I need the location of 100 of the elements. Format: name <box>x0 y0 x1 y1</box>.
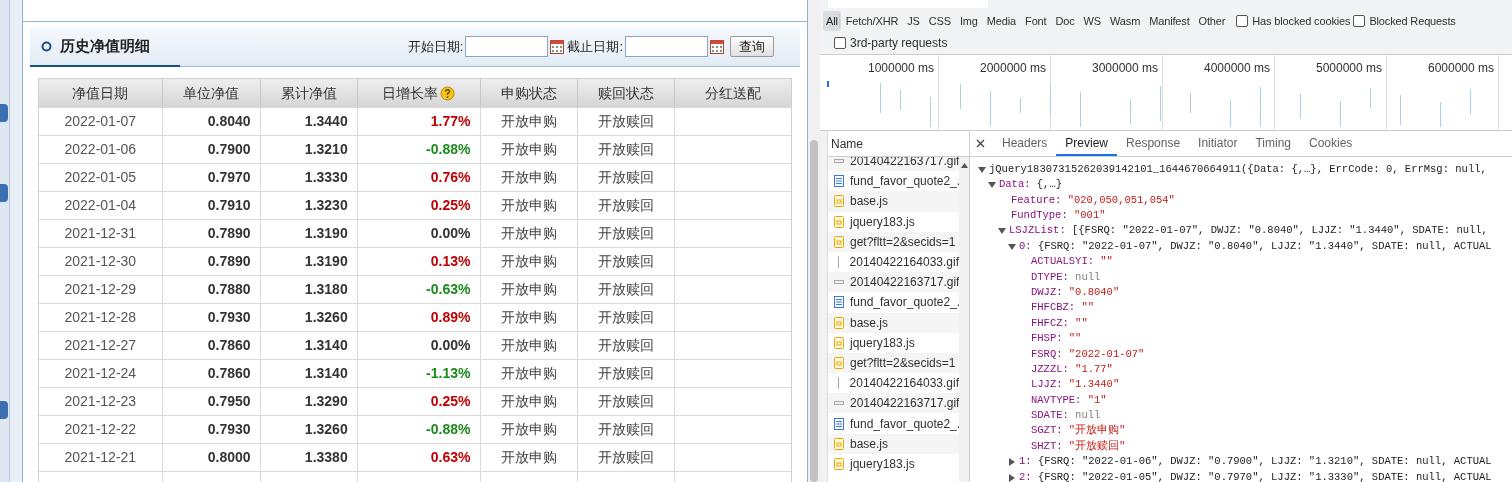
request-row[interactable]: get?fltt=2&secids=1 <box>828 352 959 374</box>
table-cell: 0.7880 <box>162 276 261 303</box>
column-header: 净值日期 <box>39 79 163 107</box>
script-file-icon <box>834 195 844 208</box>
script-file-icon <box>834 215 844 228</box>
collapsed-triangle-icon[interactable] <box>1008 458 1016 467</box>
side-tab[interactable] <box>0 184 8 202</box>
type-filter[interactable]: Img <box>956 11 981 31</box>
table-cell: 0.7900 <box>162 136 261 163</box>
table-cell: 开放赎回 <box>578 276 676 303</box>
json-line: Feature: "020,050,051,054" <box>1011 192 1175 208</box>
request-row[interactable]: 20140422163717.gif <box>828 272 959 293</box>
type-filter[interactable]: Media <box>983 11 1020 31</box>
image-file-icon <box>837 256 840 269</box>
table-cell: 开放赎回 <box>578 108 676 135</box>
table-cell: 开放赎回 <box>578 304 676 331</box>
column-header: 日增长率 <box>357 79 482 107</box>
change-value: 0.13% <box>430 252 471 271</box>
timeline-tick-label: 4000000 ms <box>1203 60 1270 74</box>
document-icon <box>834 175 844 188</box>
expanded-triangle-icon[interactable] <box>988 181 996 190</box>
column-header: 赎回状态 <box>578 79 676 107</box>
request-row[interactable]: base.js <box>828 191 959 212</box>
start-date-field[interactable] <box>465 36 549 57</box>
detail-tab[interactable]: Cookies <box>1300 131 1362 156</box>
table-cell: 开放赎回 <box>578 416 676 443</box>
detail-tab[interactable]: Initiator <box>1189 131 1247 156</box>
expanded-triangle-icon[interactable] <box>1008 242 1016 251</box>
document-icon <box>834 417 844 430</box>
change-value: -0.88% <box>426 140 471 159</box>
column-header: 申购状态 <box>481 79 579 107</box>
expanded-triangle-icon[interactable] <box>998 227 1006 236</box>
json-line: JZZZL: "1.77" <box>1031 361 1113 377</box>
table-cell: 开放申购 <box>481 304 579 331</box>
close-icon[interactable] <box>976 139 985 148</box>
table-cell: 1.3260 <box>260 416 358 443</box>
timeline-tick-label: 6000000 ms <box>1427 60 1494 74</box>
request-row[interactable]: base.js <box>828 433 959 454</box>
table-cell: 1.3140 <box>260 360 358 387</box>
filter-checkbox[interactable]: 3rd-party requests <box>834 34 948 52</box>
table-cell: 2021-12-31 <box>39 220 163 247</box>
expanded-triangle-icon[interactable] <box>978 165 986 174</box>
table-cell: 1.3140 <box>260 332 358 359</box>
table-cell: 0.7890 <box>162 220 261 247</box>
collapsed-triangle-icon[interactable] <box>1008 473 1016 482</box>
json-line: SHZT: "开放赎回" <box>1031 438 1126 454</box>
type-filter[interactable]: All <box>823 11 841 31</box>
json-line: FHFCBZ: "" <box>1031 300 1094 316</box>
scrollbar-thumb[interactable] <box>810 140 818 482</box>
type-filter[interactable]: JS <box>904 11 923 31</box>
table-cell: 开放赎回 <box>578 248 676 275</box>
filter-checkbox[interactable]: Blocked Requests <box>1353 12 1456 30</box>
table-cell: 开放赎回 <box>578 388 676 415</box>
request-row[interactable]: 20140422163717.gif <box>828 157 959 172</box>
table-cell: 0.7860 <box>162 332 261 359</box>
json-line: 0: {FSRQ: "2022-01-07", DWJZ: "0.8040", LJJZ: "1.3440", SDATE: null, ACTUAL <box>1019 238 1492 254</box>
table-cell: 2021-12-29 <box>39 276 163 303</box>
table-cell: 0.7860 <box>162 360 261 387</box>
detail-tab[interactable]: Timing <box>1246 131 1300 156</box>
type-filter[interactable]: Font <box>1022 11 1050 31</box>
change-value: 0.00% <box>430 224 471 243</box>
table-cell: 0.7930 <box>162 304 261 331</box>
column-header: 累计净值 <box>260 79 358 107</box>
help-icon[interactable] <box>440 85 456 101</box>
change-value: -0.63% <box>426 280 471 299</box>
detail-tab[interactable]: Preview <box>1056 131 1118 156</box>
request-row[interactable]: 20140422163717.gif <box>828 393 959 414</box>
query-button[interactable]: 查询 <box>730 36 774 57</box>
table-cell: 开放申购 <box>481 220 579 247</box>
type-filter[interactable]: Wasm <box>1107 11 1144 31</box>
detail-tab[interactable]: Response <box>1117 131 1190 156</box>
type-filter[interactable]: Manifest <box>1146 11 1193 31</box>
json-line: FHSP: "" <box>1031 331 1082 347</box>
calendar-icon[interactable] <box>550 39 565 54</box>
table-cell: 开放申购 <box>481 192 579 219</box>
json-line: Data: {,…} <box>999 177 1063 193</box>
side-tab[interactable] <box>0 104 8 122</box>
type-filter[interactable]: Doc <box>1052 11 1078 31</box>
type-filter[interactable]: CSS <box>925 11 954 31</box>
request-row[interactable]: base.js <box>828 312 959 333</box>
script-file-icon <box>834 457 844 470</box>
type-filter[interactable]: Other <box>1195 11 1229 31</box>
type-filter[interactable]: Fetch/XHR <box>842 11 902 31</box>
scroll-up-icon[interactable] <box>960 163 968 168</box>
table-cell: 1.3380 <box>260 444 358 471</box>
table-cell: 1.3210 <box>260 136 358 163</box>
request-row[interactable]: get?fltt=2&secids=1 <box>828 231 959 252</box>
table-cell: 2021-12-27 <box>39 332 163 359</box>
end-date-field[interactable] <box>625 36 708 57</box>
table-cell: 2022-01-05 <box>39 164 163 191</box>
json-line: jQuery18307315262039142101_1644670664911({Data: {,…}, ErrCode: 0, ErrMsg: null, <box>989 161 1487 177</box>
filter-checkbox[interactable]: Has blocked cookies <box>1236 12 1351 30</box>
detail-tab[interactable]: Headers <box>993 131 1057 156</box>
side-tab[interactable] <box>0 401 8 419</box>
script-file-icon <box>834 336 844 349</box>
type-filter[interactable]: WS <box>1080 11 1105 31</box>
calendar-icon[interactable] <box>710 39 724 54</box>
image-file-icon <box>834 280 844 285</box>
json-line: FSRQ: "2022-01-07" <box>1031 346 1145 362</box>
start-date-label: 开始日期: <box>407 37 464 56</box>
